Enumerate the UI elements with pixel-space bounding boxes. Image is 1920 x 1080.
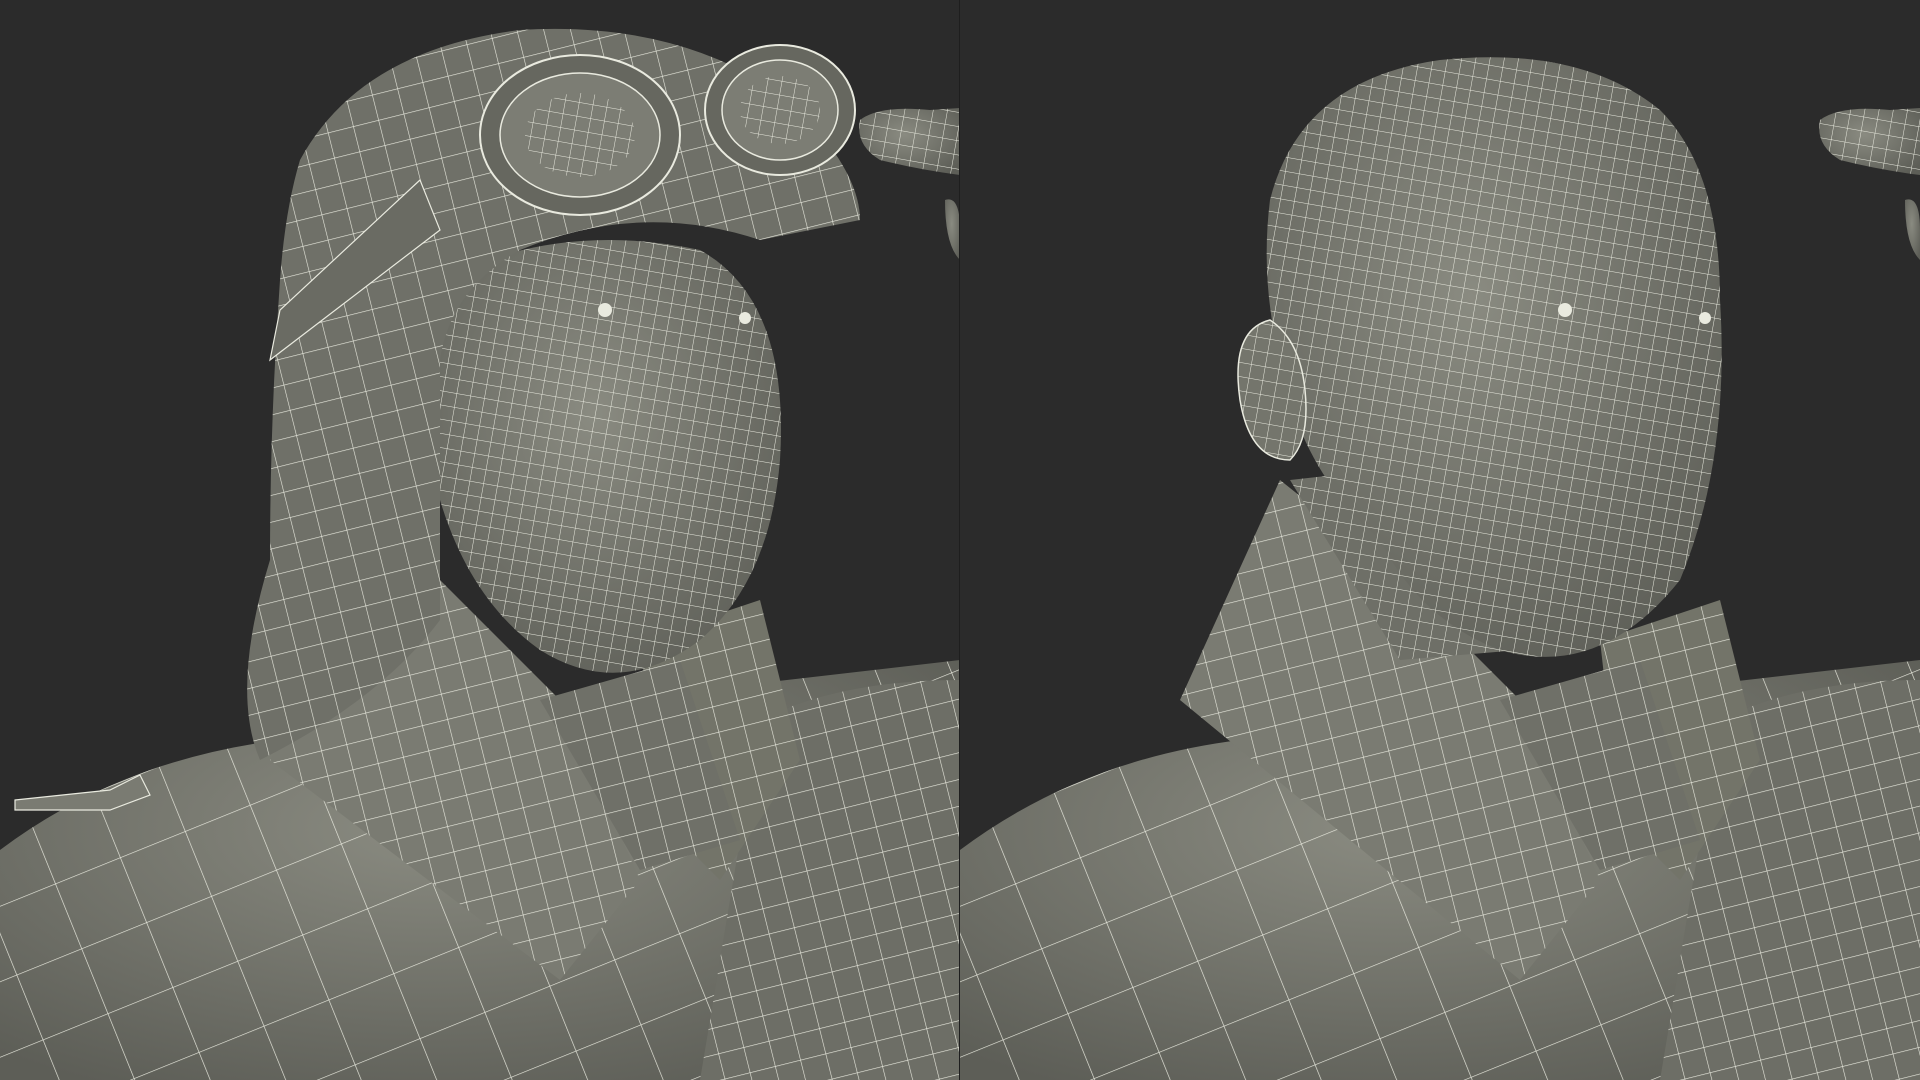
right-panel-bald-wireframe <box>960 0 1920 1080</box>
helmet-wireframe-render <box>0 28 960 1080</box>
right-eye-highlight <box>739 312 751 324</box>
render-comparison <box>0 0 1920 1080</box>
left-eye-highlight <box>598 303 612 317</box>
left-eye-highlight <box>1558 303 1572 317</box>
right-eye-highlight <box>1699 312 1711 324</box>
left-panel-helmet-wireframe <box>0 0 960 1080</box>
face <box>440 240 781 673</box>
raised-hand <box>859 108 960 260</box>
bald-wireframe-render <box>960 57 1920 1080</box>
raised-hand <box>1819 108 1920 260</box>
